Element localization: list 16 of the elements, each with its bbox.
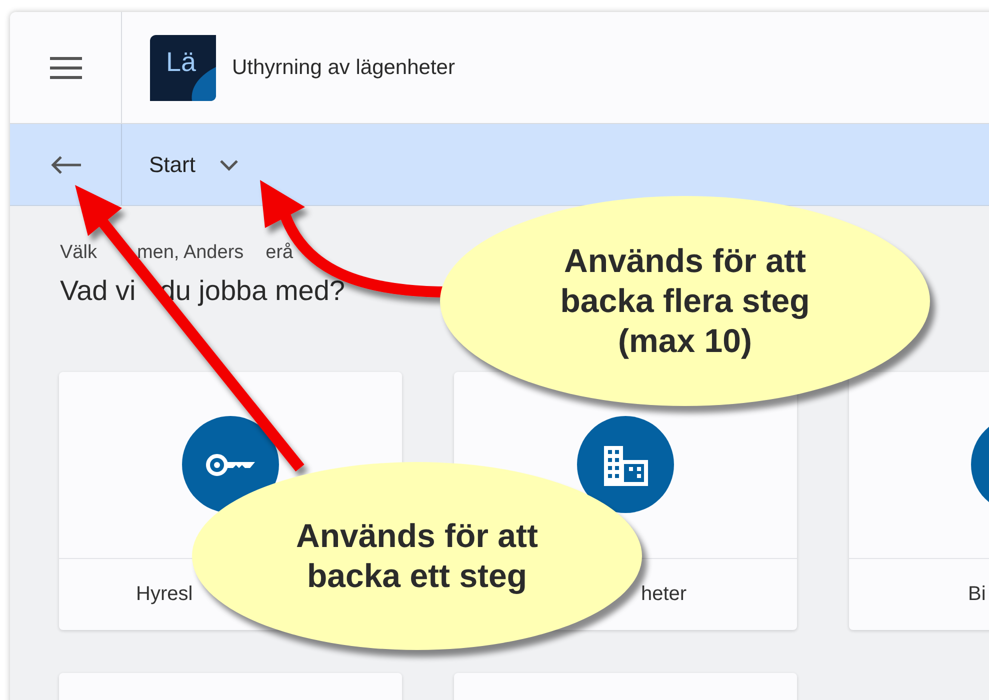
menu-icon[interactable] xyxy=(50,56,82,78)
app-title: Uthyrning av lägenheter xyxy=(232,54,455,81)
app-logo: Lä xyxy=(150,34,216,100)
tile-label: Hyresl xyxy=(136,582,193,604)
building-icon xyxy=(602,444,650,486)
tile-card[interactable]: Bi xyxy=(849,372,989,630)
tile-label: Bi xyxy=(968,582,986,604)
greeting-text: men, Anders xyxy=(136,241,244,265)
tile-label: heter xyxy=(641,582,687,604)
greeting-text: Välk xyxy=(60,241,97,265)
breadcrumb-title: Start xyxy=(149,151,196,179)
page-heading: Vad vi xyxy=(60,274,136,308)
back-arrow-icon[interactable] xyxy=(50,154,82,174)
callout-text: Används för att backa flera steg (max 10) xyxy=(560,240,810,362)
greeting-text: erå xyxy=(266,241,294,265)
chevron-down-icon[interactable] xyxy=(219,158,240,170)
